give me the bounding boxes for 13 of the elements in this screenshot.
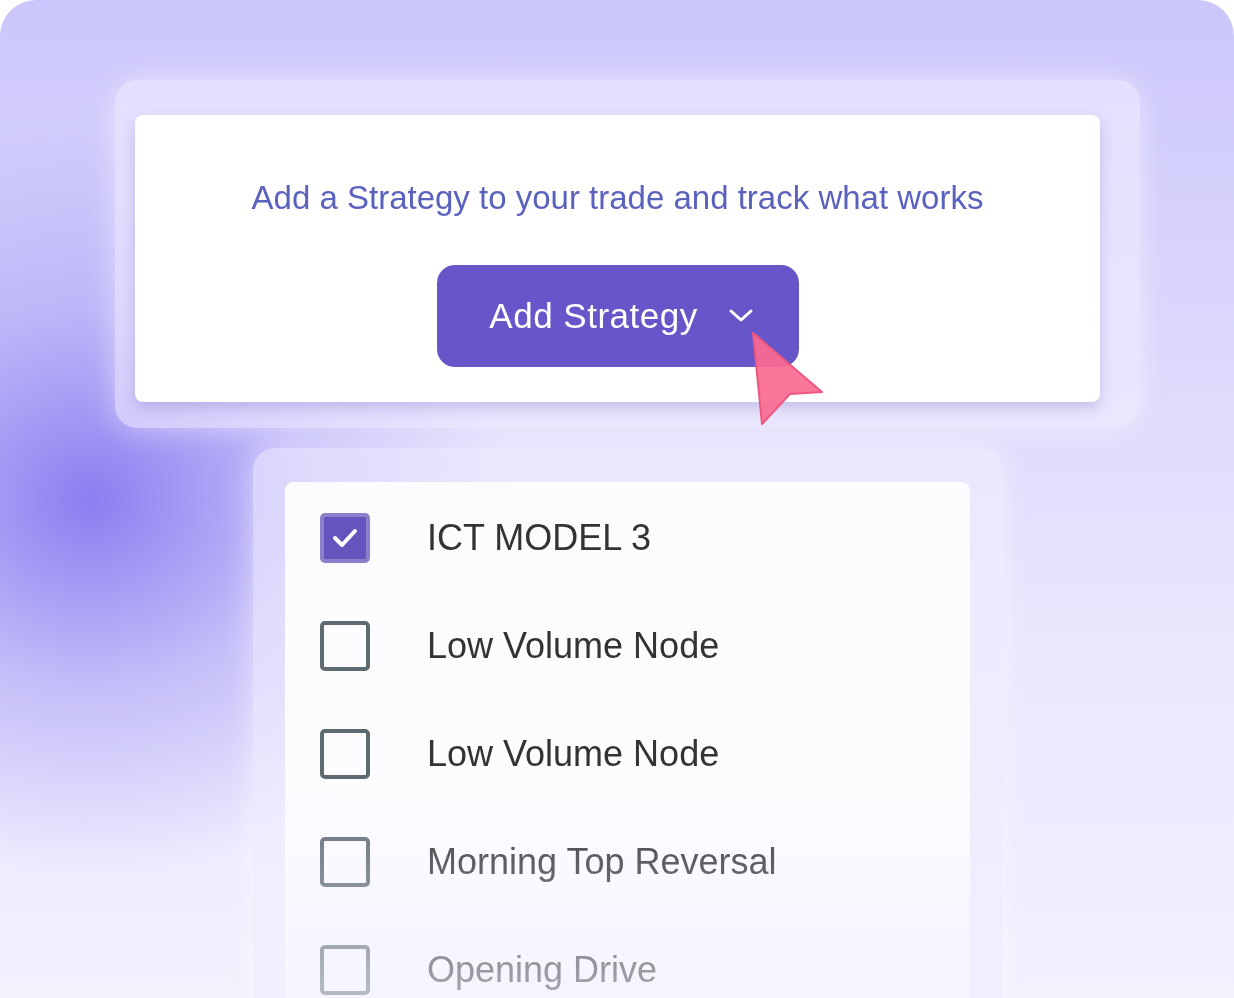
strategy-option[interactable]: Morning Top Reversal [427, 841, 777, 883]
checkbox[interactable] [320, 729, 370, 779]
strategy-option[interactable]: Low Volume Node [427, 733, 720, 775]
strategy-option[interactable]: ICT MODEL 3 [427, 517, 652, 559]
checkbox[interactable] [320, 513, 370, 563]
checkbox[interactable] [320, 945, 370, 995]
add-strategy-button[interactable]: Add Strategy [436, 265, 799, 367]
chevron-down-icon [727, 308, 754, 324]
checkbox[interactable] [320, 837, 370, 887]
strategy-option[interactable]: Low Volume Node [427, 625, 720, 667]
checkbox[interactable] [320, 621, 370, 671]
pointer-cursor-icon [750, 330, 826, 426]
prompt-text: Add a Strategy to your trade and track what works [251, 179, 984, 217]
